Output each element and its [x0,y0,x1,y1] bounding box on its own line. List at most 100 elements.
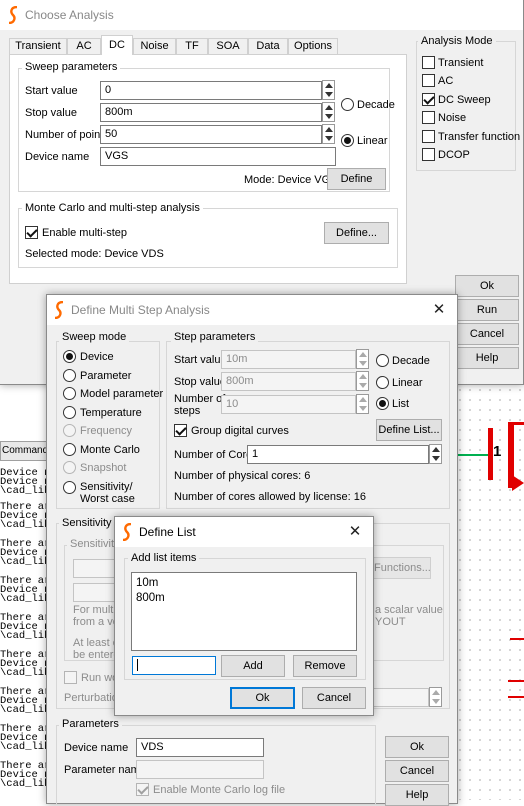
add-button[interactable]: Add [221,655,285,677]
transistor-top-lead [512,422,524,425]
tab-noise[interactable]: Noise [133,38,176,54]
step-start-input: 10m [221,350,356,369]
mode-frequency-label: Frequency [80,425,132,437]
number-of-cores-label: Number of Cores [174,449,258,461]
number-of-steps-input: 10 [221,395,356,414]
mode-ac-label: AC [438,75,454,87]
list-item[interactable]: 10m [136,577,158,589]
group-digital-checkbox[interactable] [174,424,187,437]
number-of-points-input[interactable]: 50 [100,125,322,144]
tab-options[interactable]: Options [288,38,338,54]
help-button[interactable]: Help [455,347,519,369]
enable-mc-log-label: Enable Monte Carlo log file [153,784,286,796]
enable-mc-log-checkbox [136,783,149,796]
analysis-mode-label: Analysis Mode [418,35,496,47]
tab-tf[interactable]: TF [176,38,208,54]
log-line: \cad_lib\ [0,778,50,790]
multistep-ok-button[interactable]: Ok [385,736,449,758]
log-line: \cad_lib\ [0,667,50,679]
step-linear-radio[interactable] [376,376,389,389]
list-item[interactable]: 800m [136,592,165,604]
command-shell-tab[interactable]: Command Sh [0,441,50,461]
tab-data[interactable]: Data [248,38,288,54]
start-value-spinner[interactable] [322,80,335,100]
tab-soa[interactable]: SOA [208,38,248,54]
parameter-name-input [136,760,264,779]
hint-text: a scalar value [375,604,443,616]
stop-value-label: Stop value [25,107,77,119]
title-bar: Choose Analysis [0,0,523,30]
device-name-input[interactable]: VDS [136,738,264,757]
multistep-help-button[interactable]: Help [385,784,449,806]
step-parameters-label: Step parameters [171,331,259,343]
mode-transient-checkbox[interactable] [422,56,435,69]
list-box[interactable]: 10m 800m [131,572,357,651]
mode-dc-sweep-checkbox[interactable] [422,93,435,106]
mode-transient-label: Transient [438,57,484,69]
window-title: Define Multi Step Analysis [71,303,210,317]
mode-monte-carlo-radio[interactable] [63,443,76,456]
enable-multistep-checkbox[interactable] [25,226,38,239]
multistep-cancel-button[interactable]: Cancel [385,760,449,782]
stop-value-spinner[interactable] [322,102,335,122]
mode-parameter-radio[interactable] [63,369,76,382]
red-wire-stub [508,696,524,698]
step-start-label: Start value [174,354,227,366]
mode-snapshot-radio [63,461,76,474]
define-list-dialog: Define List ✕ Add list items 10m 800m Ad… [114,516,374,716]
mode-model-parameter-label: Model parameter [80,388,164,400]
number-of-cores-input[interactable]: 1 [247,445,429,464]
ok-button[interactable]: Ok [455,275,519,297]
stop-value-input[interactable]: 800m [100,103,322,122]
define-button[interactable]: Define [327,168,386,190]
linear-label: Linear [357,135,388,147]
mode-monte-carlo-label: Monte Carlo [80,444,140,456]
mode-noise-checkbox[interactable] [422,111,435,124]
cancel-button[interactable]: Cancel [455,323,519,345]
list-cancel-button[interactable]: Cancel [302,687,366,709]
start-value-label: Start value [25,85,78,97]
device-name-input[interactable]: VGS [100,147,336,166]
tab-dc[interactable]: DC [101,35,133,55]
number-of-cores-spinner[interactable] [429,444,442,464]
step-decade-radio[interactable] [376,354,389,367]
physical-cores-text: Number of physical cores: 6 [174,470,311,482]
mode-transfer-function-label: Transfer function [438,131,521,143]
green-wire [452,454,492,456]
mode-device-radio[interactable] [63,350,76,363]
remove-button[interactable]: Remove [293,655,357,677]
log-line: \cad_lib\ [0,485,50,497]
functions-button: Functions... [373,557,431,579]
step-list-label: List [392,398,410,410]
step-stop-spinner [356,371,369,391]
text-cursor [137,659,138,672]
mode-model-parameter-radio[interactable] [63,387,76,400]
start-value-input[interactable]: 0 [100,81,322,100]
tab-transient[interactable]: Transient [9,38,67,54]
mode-dcop-checkbox[interactable] [422,148,435,161]
log-line: \cad_lib\ [0,519,50,531]
step-stop-input: 800m [221,372,356,391]
mode-ac-checkbox[interactable] [422,74,435,87]
selected-mode-text: Selected mode: Device VDS [25,248,164,260]
tab-ac[interactable]: AC [67,38,101,54]
linear-radio[interactable] [341,134,354,147]
define-list-button[interactable]: Define List... [376,419,442,441]
close-icon[interactable]: ✕ [421,295,457,325]
step-list-radio[interactable] [376,397,389,410]
list-ok-button[interactable]: Ok [230,687,295,709]
log-line: \cad_lib\ [0,630,50,642]
decade-radio[interactable] [341,98,354,111]
close-icon[interactable]: ✕ [337,517,373,547]
mode-sensitivity-label-1: Sensitivity/ [80,481,133,493]
number-of-points-spinner[interactable] [322,124,335,144]
number-of-steps-spinner [356,394,369,414]
mode-sensitivity-radio[interactable] [63,481,76,494]
list-item-input[interactable] [132,656,216,675]
step-decade-label: Decade [392,355,430,367]
mode-transfer-function-checkbox[interactable] [422,130,435,143]
step-linear-label: Linear [392,377,423,389]
run-button[interactable]: Run [455,299,519,321]
multistep-define-button[interactable]: Define... [324,222,389,244]
mode-temperature-radio[interactable] [63,406,76,419]
